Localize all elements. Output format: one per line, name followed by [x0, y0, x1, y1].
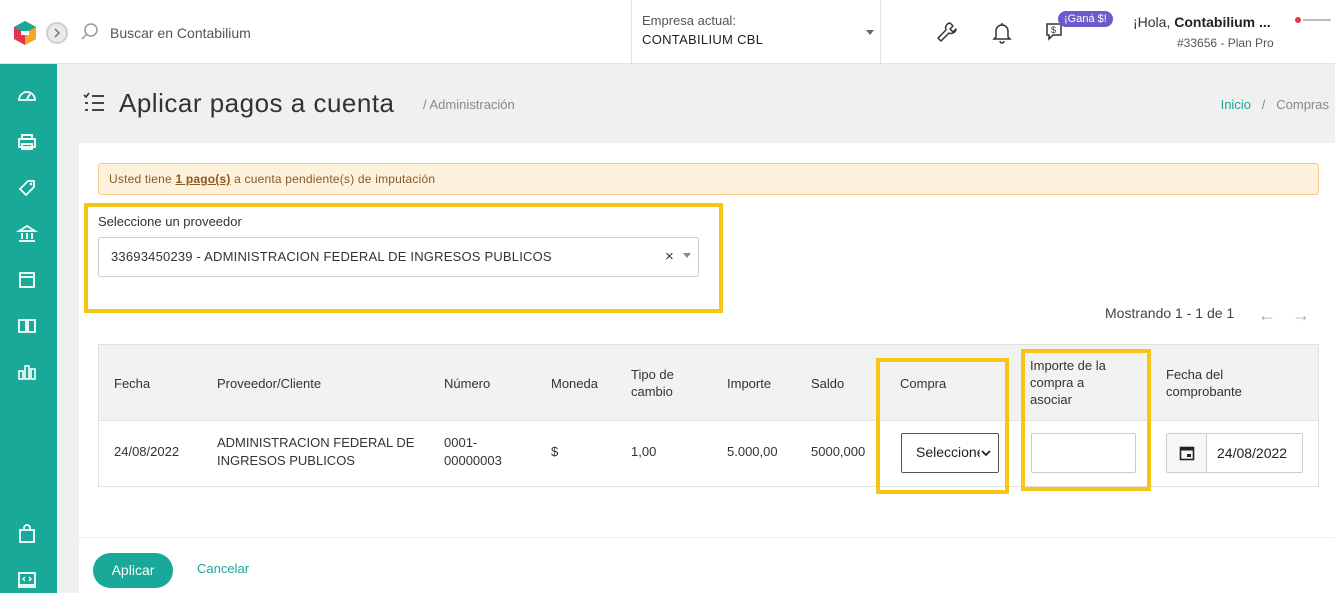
cell-numero: 0001- 00000003 — [444, 434, 502, 470]
next-page-icon[interactable]: → — [1292, 305, 1310, 326]
caret-down-icon — [866, 30, 874, 35]
user-greeting[interactable]: ¡Hola, Contabilium ... — [1133, 14, 1271, 30]
highlight-compra — [876, 358, 1009, 494]
section-label: Administración — [429, 97, 515, 112]
fecha-comprobante-field[interactable]: 24/08/2022 — [1166, 433, 1303, 473]
page-title: Aplicar pagos a cuenta — [119, 88, 395, 118]
breadcrumb-separator: / — [1254, 97, 1273, 112]
promo-badge[interactable]: ¡Ganá $! — [1058, 11, 1113, 27]
col-saldo: Saldo — [811, 376, 845, 391]
cell-saldo: 5000,000 — [811, 444, 866, 459]
company-label: Empresa actual: — [642, 13, 736, 28]
sidebar — [0, 64, 57, 593]
printer-icon[interactable] — [16, 131, 38, 153]
bell-icon[interactable] — [990, 20, 1014, 44]
col-tipo-cambio: Tipo de cambio — [631, 366, 674, 400]
highlight-importe-compra — [1021, 349, 1151, 491]
pagination-info: Mostrando 1 - 1 de 1 — [1105, 305, 1235, 321]
dashboard-icon[interactable] — [16, 85, 38, 107]
cell-proveedor-line2: INGRESOS PUBLICOS — [217, 453, 355, 468]
greeting-prefix: ¡Hola, — [1133, 14, 1175, 30]
box-icon[interactable] — [16, 269, 38, 291]
cell-proveedor: ADMINISTRACION FEDERAL DE INGRESOS PUBLI… — [217, 434, 414, 470]
alert-suffix: a cuenta pendiente(s) de imputación — [230, 172, 436, 186]
fecha-comprobante-value: 24/08/2022 — [1217, 445, 1288, 461]
user-name: Contabilium ... — [1174, 14, 1271, 30]
cell-numero-line1: 0001- — [444, 435, 478, 450]
sidebar-toggle-button[interactable] — [46, 22, 68, 44]
top-bar: Empresa actual: CONTABILIUM CBL $ ¡Ganá … — [0, 0, 1335, 64]
bag-icon[interactable] — [16, 523, 38, 545]
footer-divider — [79, 537, 1335, 538]
caret-down-icon — [683, 253, 691, 258]
col-tipo-cambio-line1: Tipo de — [631, 367, 674, 382]
provider-label: Seleccione un proveedor — [98, 214, 242, 229]
col-fecha-comprobante-line1: Fecha del — [1166, 367, 1224, 382]
tag-icon[interactable] — [16, 177, 38, 199]
breadcrumb-current: Compras — [1276, 97, 1329, 112]
cell-proveedor-line1: ADMINISTRACION FEDERAL DE — [217, 435, 415, 450]
col-moneda: Moneda — [551, 376, 598, 391]
provider-select[interactable]: 33693450239 - ADMINISTRACION FEDERAL DE … — [98, 237, 699, 277]
svg-text:$: $ — [1051, 25, 1056, 35]
col-proveedor: Proveedor/Cliente — [217, 376, 322, 391]
book-icon[interactable] — [16, 315, 38, 337]
alert-payments-link[interactable]: 1 pago(s) — [175, 172, 230, 186]
user-plan: #33656 - Plan Pro — [1177, 36, 1274, 50]
cell-importe: 5.000,00 — [727, 444, 778, 459]
alert-prefix: Usted tiene — [109, 172, 176, 186]
bank-icon[interactable] — [16, 223, 38, 245]
col-fecha-comprobante: Fecha del comprobante — [1166, 366, 1242, 400]
section-breadcrumb: / Administración — [423, 97, 515, 112]
company-logo-icon — [1295, 17, 1331, 23]
wrench-icon[interactable] — [935, 20, 959, 44]
cell-tipo-cambio: 1,00 — [631, 444, 657, 459]
apply-button[interactable]: Aplicar — [93, 553, 173, 588]
main-card: Usted tiene 1 pago(s) a cuenta pendiente… — [79, 143, 1335, 593]
checklist-icon — [83, 92, 104, 111]
search-input[interactable] — [110, 22, 410, 44]
col-numero: Número — [444, 376, 491, 391]
company-value: CONTABILIUM CBL — [642, 32, 764, 47]
breadcrumb-home-link[interactable]: Inicio — [1221, 97, 1251, 112]
breadcrumb: Inicio / Compras — [1221, 97, 1329, 112]
cell-numero-line2: 00000003 — [444, 453, 502, 468]
cell-fecha: 24/08/2022 — [114, 444, 180, 459]
col-importe: Importe — [727, 376, 772, 391]
col-tipo-cambio-line2: cambio — [631, 384, 673, 399]
page-header: Aplicar pagos a cuenta / Administración … — [57, 64, 1335, 144]
company-selector[interactable]: Empresa actual: CONTABILIUM CBL — [631, 0, 881, 63]
provider-value: 33693450239 - ADMINISTRACION FEDERAL DE … — [111, 249, 552, 264]
calendar-icon — [1179, 446, 1195, 461]
clear-icon[interactable]: × — [665, 248, 674, 265]
cancel-link[interactable]: Cancelar — [197, 561, 249, 576]
col-fecha-comprobante-line2: comprobante — [1166, 384, 1242, 399]
calendar-button[interactable] — [1167, 434, 1207, 472]
code-icon[interactable] — [16, 569, 38, 591]
prev-page-icon[interactable]: ← — [1258, 305, 1276, 326]
chevron-right-icon — [54, 28, 61, 38]
bar-chart-icon[interactable] — [16, 361, 38, 383]
cell-moneda: $ — [551, 444, 559, 459]
contabilium-logo[interactable] — [12, 20, 38, 46]
col-fecha: Fecha — [114, 376, 151, 391]
search-icon — [81, 23, 98, 40]
pending-payments-alert: Usted tiene 1 pago(s) a cuenta pendiente… — [98, 163, 1319, 195]
